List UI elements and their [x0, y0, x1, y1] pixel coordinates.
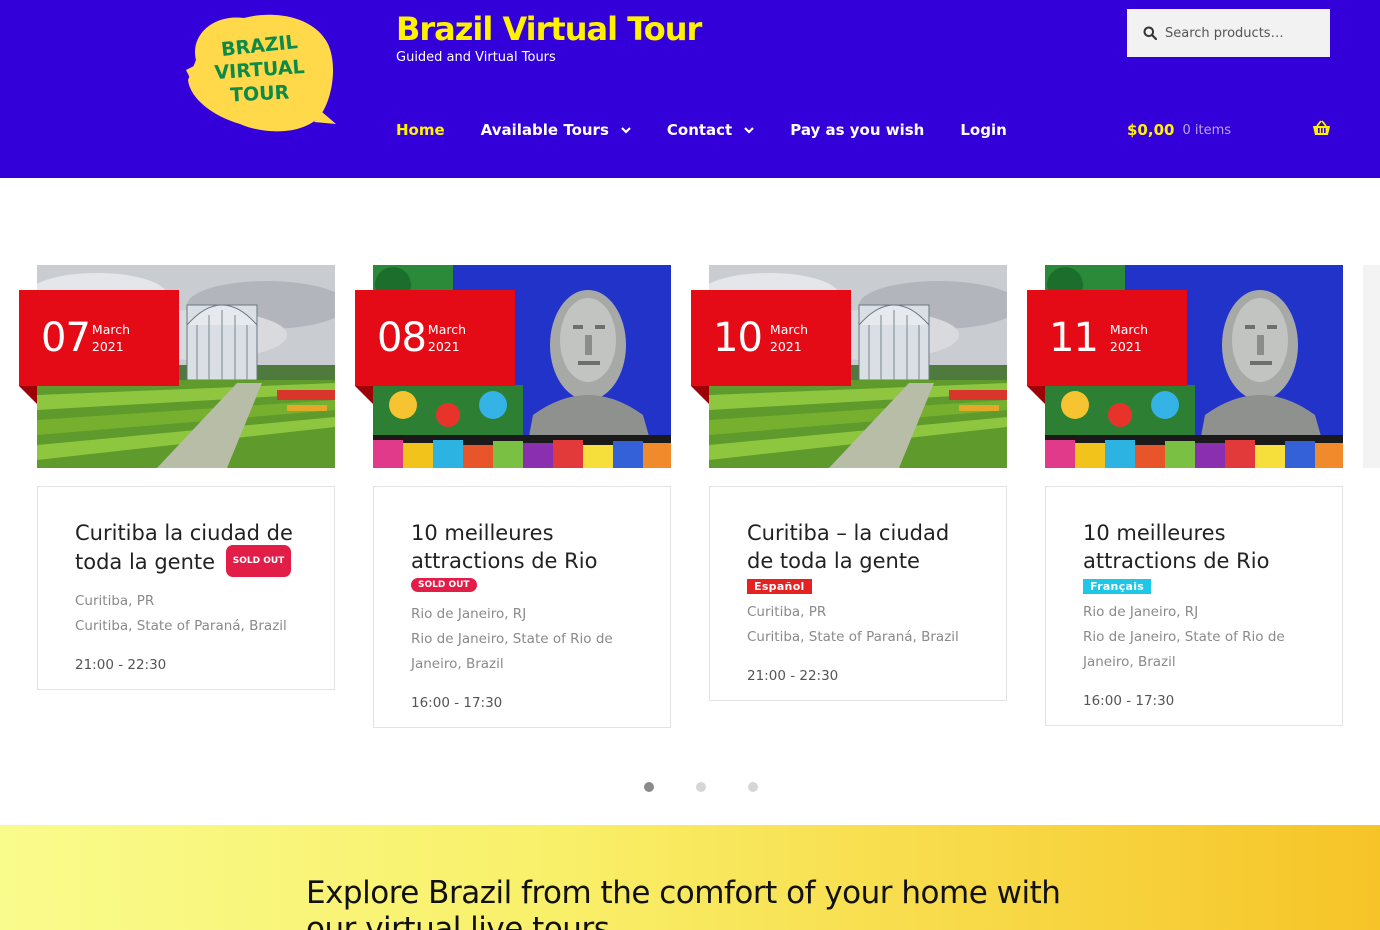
sold-out-badge: SOLD OUT	[225, 545, 292, 577]
nav-pay-label: Pay as you wish	[790, 121, 925, 139]
tour-year: 2021	[769, 339, 802, 354]
tour-location-full: Curitiba, State of Paraná, Brazil	[747, 629, 959, 645]
tour-month: March	[91, 322, 131, 337]
tour-month: March	[427, 322, 467, 337]
tour-time: 16:00 - 17:30	[411, 695, 503, 711]
tour-location-full: Rio de Janeiro, State of Rio de Janeiro,…	[411, 631, 613, 672]
tour-month: March	[1109, 322, 1149, 337]
tour-location-short: Curitiba, PR	[75, 593, 155, 609]
tour-day: 11	[1049, 315, 1099, 361]
date-ribbon-fold	[691, 386, 709, 404]
cart-amount: $0,00	[1127, 121, 1175, 139]
date-ribbon: 10 March 2021	[691, 290, 851, 386]
language-badge: Français	[1083, 579, 1152, 594]
sold-out-badge: SOLD OUT	[411, 577, 477, 592]
carousel-dot-3[interactable]	[748, 782, 758, 792]
tour-time: 21:00 - 22:30	[75, 657, 167, 673]
tour-year: 2021	[1109, 339, 1142, 354]
nav-available-tours-label: Available Tours	[480, 121, 609, 139]
date-ribbon-fold	[1027, 386, 1045, 404]
tour-card-body: Curitiba – la ciudad de toda la gente Es…	[709, 486, 1007, 701]
tour-day: 10	[713, 315, 763, 361]
tour-month: March	[769, 322, 809, 337]
tour-year: 2021	[427, 339, 460, 354]
basket-icon[interactable]	[1312, 120, 1331, 136]
nav-pay-as-you-wish[interactable]: Pay as you wish	[790, 121, 924, 139]
tour-location-short: Curitiba, PR	[747, 604, 827, 620]
tour-year: 2021	[91, 339, 124, 354]
search-icon	[1143, 26, 1157, 40]
nav-contact-label: Contact	[666, 121, 733, 139]
tour-carousel: Curitiba la ciudad de toda la gente SOLD…	[0, 178, 1380, 825]
tour-card-body: 10 meilleures attractions de Rio Françai…	[1045, 486, 1343, 726]
language-badge: Español	[747, 579, 812, 594]
promo-heading: Explore Brazil from the comfort of your …	[306, 875, 1061, 930]
tour-title[interactable]: 10 meilleures attractions de Rio	[411, 519, 646, 575]
chevron-down-icon	[621, 126, 631, 134]
tour-title[interactable]: Curitiba – la ciudad de toda la gente	[747, 519, 982, 575]
tour-location-short: Rio de Janeiro, RJ	[411, 606, 527, 622]
nav-login-label: Login	[960, 121, 1007, 139]
date-ribbon-fold	[355, 386, 373, 404]
tour-location-full: Rio de Janeiro, State of Rio de Janeiro,…	[1083, 629, 1285, 670]
promo-banner: Explore Brazil from the comfort of your …	[0, 825, 1380, 930]
primary-nav: Home Available Tours Contact Pay as you …	[396, 118, 1007, 142]
tour-card-body: Curitiba la ciudad de toda la gente SOLD…	[37, 486, 335, 690]
site-header: BRAZIL VIRTUAL TOUR Brazil Virtual Tour …	[0, 0, 1380, 178]
mini-cart[interactable]: $0,00 0 items	[1127, 118, 1331, 142]
nav-contact[interactable]: Contact	[666, 121, 755, 139]
carousel-dot-1[interactable]	[644, 782, 654, 792]
next-card-peek	[1363, 265, 1380, 468]
tour-time: 21:00 - 22:30	[747, 668, 839, 684]
product-search[interactable]	[1127, 9, 1330, 57]
chevron-down-icon	[744, 126, 755, 134]
tour-day: 07	[41, 315, 91, 361]
tour-title[interactable]: 10 meilleures attractions de Rio	[1083, 519, 1318, 575]
cart-item-count: 0 items	[1182, 122, 1231, 138]
tour-time: 16:00 - 17:30	[1083, 693, 1175, 709]
site-tagline: Guided and Virtual Tours	[396, 50, 556, 65]
date-ribbon: 08 March 2021	[355, 290, 515, 386]
nav-available-tours[interactable]: Available Tours	[481, 121, 631, 139]
date-ribbon-fold	[19, 386, 37, 404]
tour-location-full: Curitiba, State of Paraná, Brazil	[75, 618, 287, 634]
tour-location-short: Rio de Janeiro, RJ	[1083, 604, 1199, 620]
brand-logo[interactable]: BRAZIL VIRTUAL TOUR	[182, 8, 338, 138]
site-title[interactable]: Brazil Virtual Tour	[396, 10, 702, 48]
tour-card-body: 10 meilleures attractions de Rio SOLD OU…	[373, 486, 671, 728]
logo-word-3: TOUR	[230, 81, 291, 106]
date-ribbon: 11 March 2021	[1027, 290, 1187, 386]
carousel-pagination	[644, 782, 800, 792]
nav-login[interactable]: Login	[960, 121, 1006, 139]
carousel-dot-2[interactable]	[696, 782, 706, 792]
tour-day: 08	[377, 315, 427, 361]
nav-home[interactable]: Home	[396, 121, 445, 139]
date-ribbon: 07 March 2021	[19, 290, 179, 386]
search-input[interactable]	[1165, 25, 1315, 41]
tour-title[interactable]: Curitiba la ciudad de toda la gente SOLD…	[75, 519, 310, 579]
nav-home-label: Home	[396, 121, 445, 139]
